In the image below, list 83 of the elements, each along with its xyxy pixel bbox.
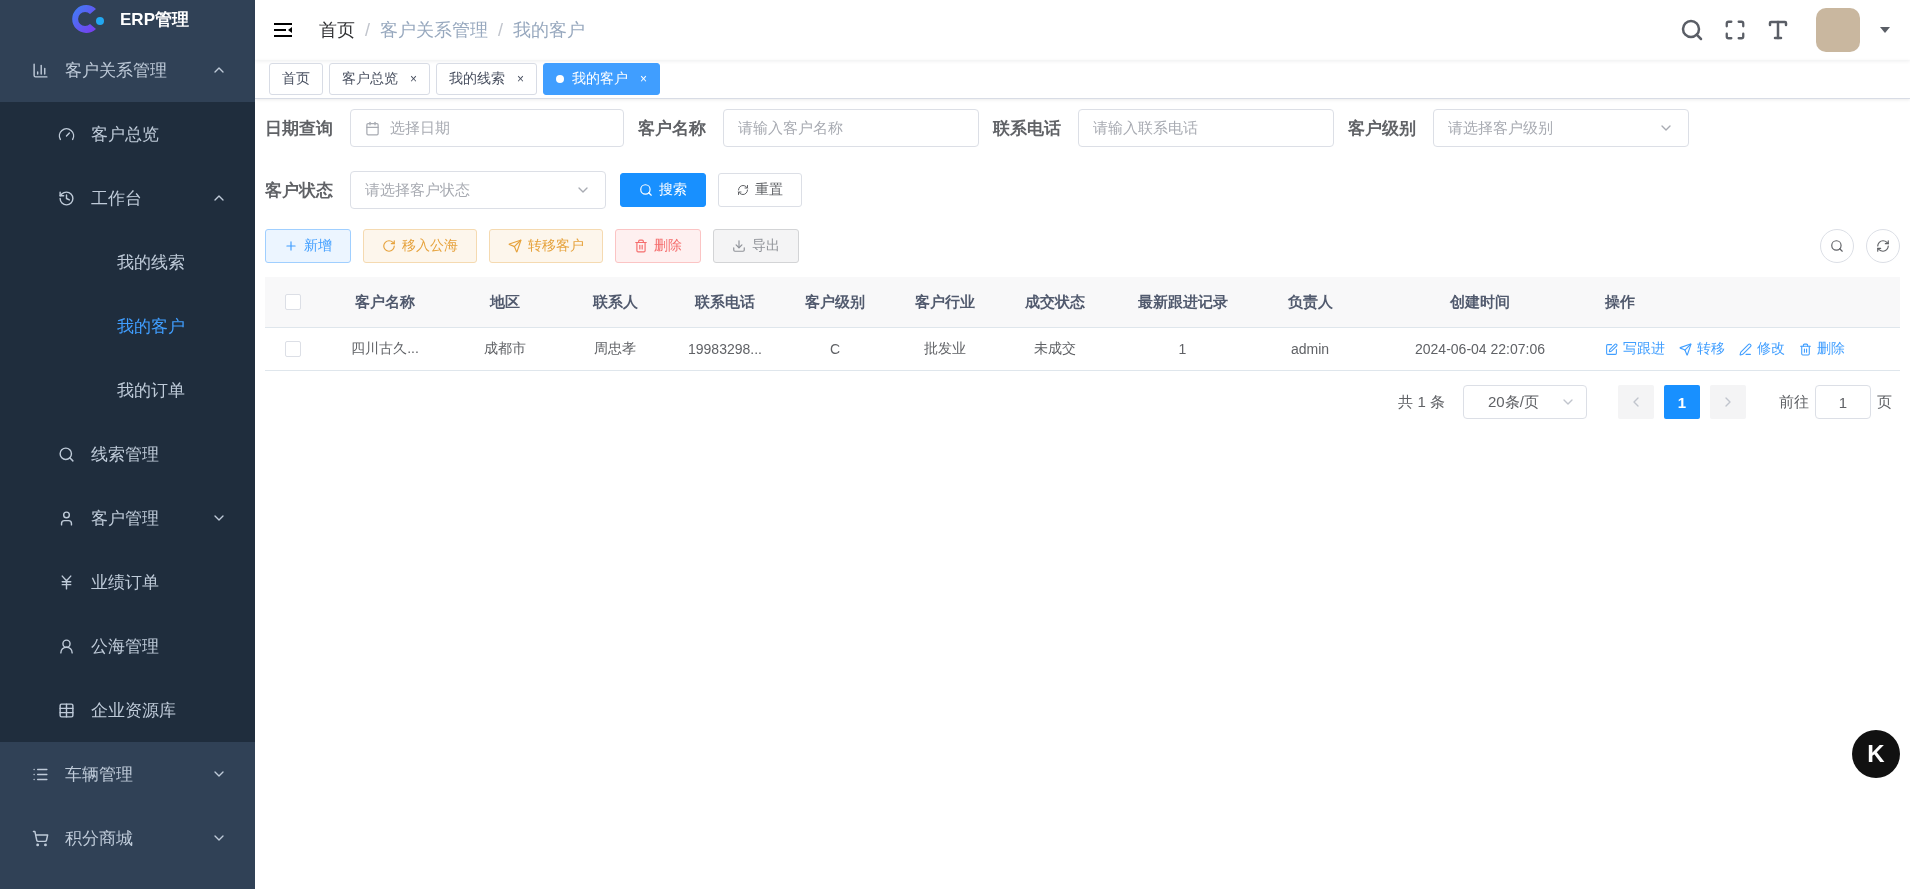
table-cell-text: 成都市	[483, 340, 527, 358]
caret-down-icon[interactable]	[1880, 27, 1890, 33]
menu-item[interactable]: 业绩订单	[0, 550, 255, 614]
menu-item[interactable]: 我的客户	[0, 294, 255, 358]
column-header: 联系人	[591, 292, 639, 312]
page-suffix: 页	[1877, 392, 1892, 412]
breadcrumb-item: 客户关系管理	[380, 19, 488, 42]
refresh-icon	[737, 184, 749, 196]
trash-icon	[634, 239, 648, 253]
table-cell-text: 批发业	[923, 340, 967, 358]
column-header: 客户行业	[914, 292, 976, 312]
page-tab[interactable]: 客户总览 ×	[329, 63, 430, 95]
goto-page-input[interactable]: 1	[1815, 385, 1871, 419]
menu-toggle-icon[interactable]	[273, 22, 293, 38]
column-header: 负责人	[1286, 292, 1334, 312]
filter-label: 客户名称	[638, 117, 707, 140]
table-cell-text: 未成交	[1033, 340, 1077, 358]
search-icon	[1830, 239, 1844, 253]
column-header: 创建时间	[1449, 292, 1511, 312]
tab-close-button[interactable]: ×	[517, 72, 525, 86]
menu-item[interactable]: 客户总览	[0, 102, 255, 166]
filter-label: 联系电话	[993, 117, 1062, 140]
search-icon	[639, 183, 653, 197]
filter-label: 客户状态	[265, 179, 334, 202]
breadcrumb-separator: /	[498, 19, 504, 41]
page-tab[interactable]: 首页	[269, 63, 323, 95]
avatar-photo-placeholder[interactable]	[1816, 8, 1860, 52]
menu-item[interactable]: 客户管理	[0, 486, 255, 550]
table-cell-text: admin	[1289, 341, 1331, 357]
breadcrumb-item: 我的客户	[513, 19, 586, 42]
goto-label: 前往	[1779, 392, 1809, 412]
menu-item[interactable]: 公海管理	[0, 614, 255, 678]
table-cell-text: C	[828, 341, 842, 357]
plus-icon	[284, 239, 298, 253]
reset-button[interactable]: 重置	[718, 173, 802, 207]
tab-label: 客户总览	[342, 70, 398, 88]
menu-item[interactable]: 工作台	[0, 166, 255, 230]
select-all-checkbox[interactable]	[284, 294, 301, 310]
filter-label: 客户级别	[1348, 117, 1417, 140]
menu-item[interactable]: 我的订单	[0, 358, 255, 422]
search-toggle-button[interactable]	[1820, 229, 1854, 263]
floating-badge[interactable]: K	[1852, 730, 1900, 778]
tab-label: 我的线索	[449, 70, 505, 88]
column-header: 客户名称	[354, 292, 416, 312]
edit-icon	[1605, 342, 1618, 356]
filter-label: 日期查询	[265, 117, 334, 140]
breadcrumb-item[interactable]: 首页	[319, 18, 355, 42]
breadcrumb-separator: /	[365, 19, 370, 41]
menu-item[interactable]: 我的线索	[0, 230, 255, 294]
column-header: 联系电话	[694, 292, 756, 312]
fullscreen-icon[interactable]	[1724, 19, 1746, 41]
table-cell-text: 1	[1177, 341, 1188, 357]
rotate-icon	[382, 239, 396, 253]
search-icon[interactable]	[1680, 18, 1704, 42]
tab-label: 我的客户	[572, 70, 629, 88]
column-header: 操作	[1604, 292, 1636, 312]
total-count: 共 1 条	[1398, 392, 1445, 412]
download-icon	[732, 239, 746, 253]
menu-item[interactable]: 企业资源库	[0, 678, 255, 742]
paper-plane-icon	[1679, 342, 1692, 356]
table-cell-text: 周忠孝	[593, 340, 637, 358]
refresh-button[interactable]	[1866, 229, 1900, 263]
calendar-icon	[365, 120, 380, 136]
row-checkbox[interactable]	[284, 341, 301, 357]
pen-icon	[1739, 342, 1752, 356]
paper-plane-icon	[508, 239, 522, 253]
tab-close-button[interactable]: ×	[410, 72, 417, 86]
table-cell-text: 四川古久...	[350, 340, 420, 358]
app-title: ERP管理	[120, 8, 189, 31]
page-tab[interactable]: 我的线索 ×	[436, 63, 538, 95]
font-size-icon[interactable]	[1766, 18, 1790, 42]
table-cell-text: 19983298...	[687, 341, 763, 357]
column-header: 成交状态	[1024, 292, 1086, 312]
active-dot-icon	[556, 75, 565, 83]
column-header: 地区	[488, 292, 521, 312]
page-size-select[interactable]: 20条/页	[1463, 385, 1587, 419]
column-header: 最新跟进记录	[1136, 292, 1229, 312]
trash-icon	[1799, 342, 1812, 356]
tab-label: 首页	[282, 70, 310, 88]
refresh-icon	[1876, 239, 1890, 253]
table-cell-text: 2024-06-04 22:07:06	[1414, 341, 1546, 357]
column-header: 客户级别	[804, 292, 866, 312]
menu-item[interactable]: 线索管理	[0, 422, 255, 486]
